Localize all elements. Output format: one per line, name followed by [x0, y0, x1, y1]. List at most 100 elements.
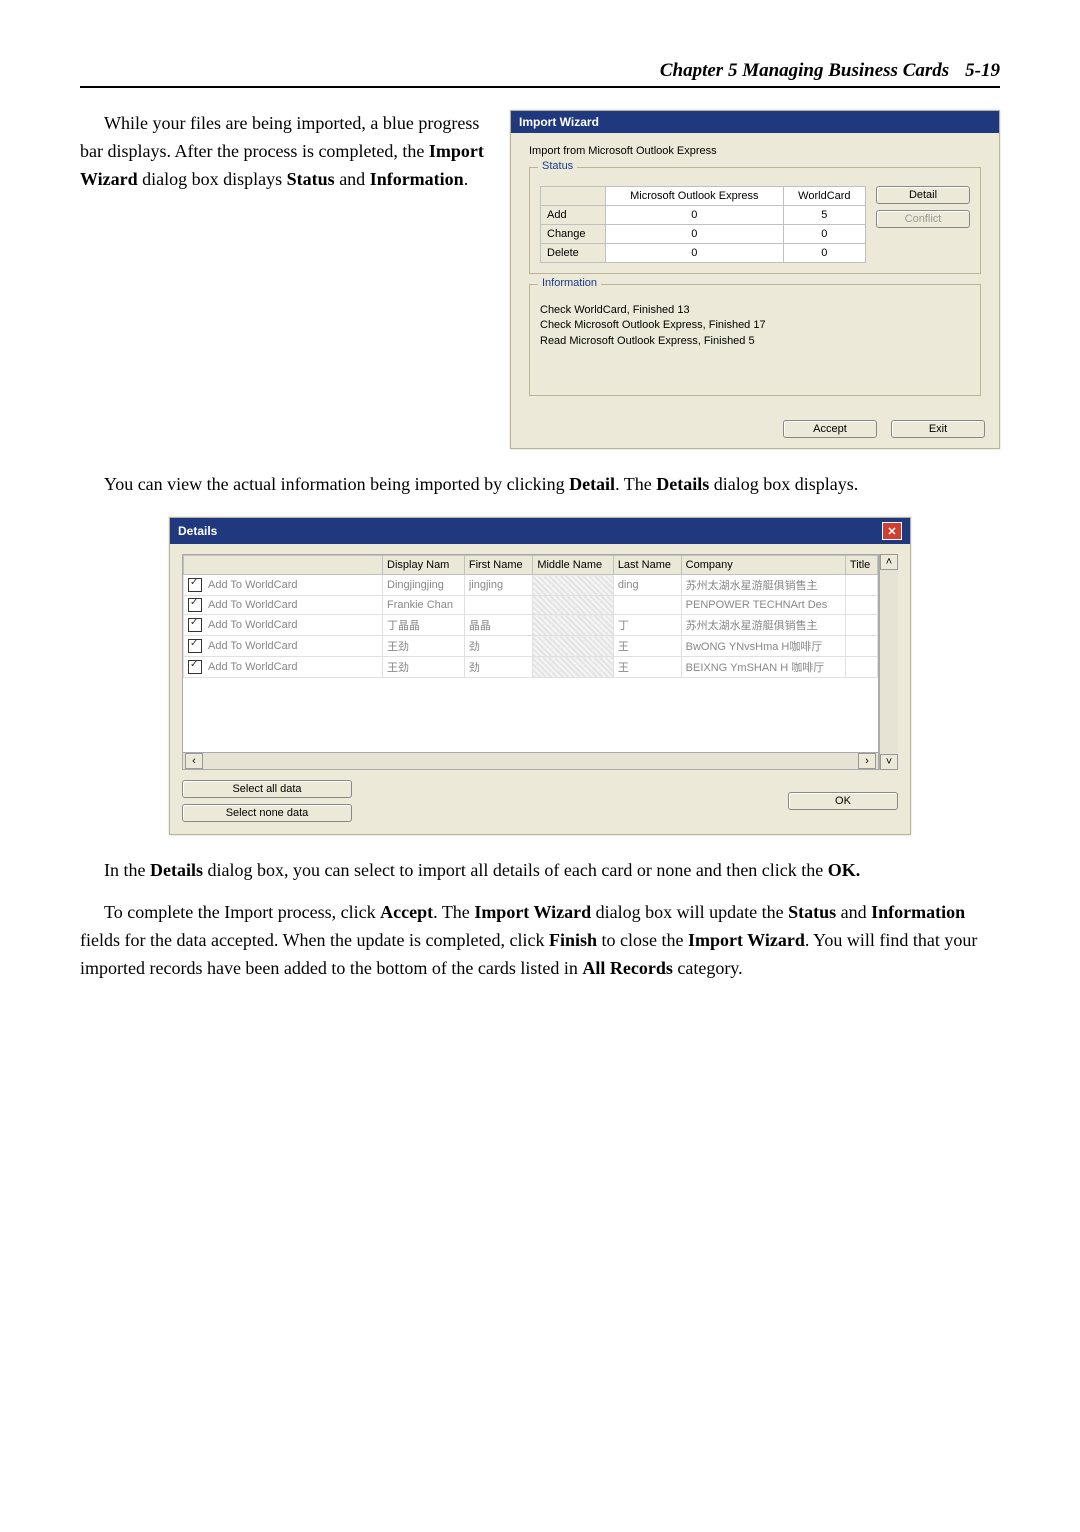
text: dialog box displays — [138, 169, 287, 189]
text-bold: Import Wizard — [474, 902, 591, 922]
text-bold: Information — [871, 902, 965, 922]
cell: 0 — [783, 225, 865, 244]
text: fields for the data accepted. When the u… — [80, 930, 549, 950]
cell: 0 — [783, 244, 865, 263]
checkbox-icon[interactable] — [188, 660, 202, 674]
cell: 劲 — [464, 657, 532, 678]
text: . The — [433, 902, 474, 922]
ok-button[interactable]: OK — [788, 792, 898, 810]
text-bold: Accept — [380, 902, 433, 922]
close-icon[interactable]: ✕ — [882, 522, 902, 540]
paragraph-2: You can view the actual information bein… — [80, 471, 1000, 499]
scroll-up-icon[interactable]: ˄ — [880, 554, 898, 570]
col-display: Display Nam — [383, 556, 465, 575]
paragraph-4: To complete the Import process, click Ac… — [80, 899, 1000, 983]
text-bold: Information — [370, 169, 464, 189]
table-row: Add To WorldCard Dingjingjing jingjing d… — [184, 575, 878, 596]
import-wizard-dialog: Import Wizard Import from Microsoft Outl… — [510, 110, 1000, 449]
cell — [613, 596, 681, 615]
cell: BwONG YNvsHma H咖啡厅 — [681, 636, 845, 657]
select-all-button[interactable]: Select all data — [182, 780, 352, 798]
text: dialog box, you can select to import all… — [203, 860, 828, 880]
paragraph-3: In the Details dialog box, you can selec… — [80, 857, 1000, 885]
row-label: Add — [541, 206, 606, 225]
text: To complete the Import process, click — [104, 902, 380, 922]
cell: Frankie Chan — [383, 596, 465, 615]
status-table: Microsoft Outlook Express WorldCard Add … — [540, 186, 866, 263]
exit-button[interactable]: Exit — [891, 420, 985, 438]
accept-button[interactable]: Accept — [783, 420, 877, 438]
detail-button[interactable]: Detail — [876, 186, 970, 204]
col-last: Last Name — [613, 556, 681, 575]
cell: ding — [613, 575, 681, 596]
text: and — [836, 902, 871, 922]
information-legend: Information — [538, 277, 601, 289]
col-worldcard: WorldCard — [783, 187, 865, 206]
cell: jingjing — [464, 575, 532, 596]
text-bold: Finish — [549, 930, 597, 950]
vertical-scrollbar[interactable]: ˄ ˅ — [879, 554, 898, 770]
text: and — [335, 169, 370, 189]
row-checkbox-cell[interactable]: Add To WorldCard — [184, 657, 383, 678]
text-bold: Status — [287, 169, 335, 189]
info-line: Read Microsoft Outlook Express, Finished… — [540, 334, 970, 349]
text-bold: Details — [150, 860, 203, 880]
select-none-button[interactable]: Select none data — [182, 804, 352, 822]
cell — [533, 575, 614, 596]
row-checkbox-cell[interactable]: Add To WorldCard — [184, 615, 383, 636]
cell — [533, 636, 614, 657]
text: dialog box will update the — [591, 902, 788, 922]
table-row: Delete 0 0 — [541, 244, 866, 263]
cell — [845, 615, 877, 636]
checkbox-icon[interactable] — [188, 578, 202, 592]
cell: 5 — [783, 206, 865, 225]
col-first: First Name — [464, 556, 532, 575]
cell: 王劲 — [383, 636, 465, 657]
dialog-subtitle: Import from Microsoft Outlook Express — [529, 145, 981, 157]
details-title-text: Details — [178, 524, 217, 538]
row-checkbox-cell[interactable]: Add To WorldCard — [184, 636, 383, 657]
row-checkbox-cell[interactable]: Add To WorldCard — [184, 575, 383, 596]
row-label: Delete — [541, 244, 606, 263]
table-row: Add To WorldCard 王劲 劲 王 BwONG YNvsHma H咖… — [184, 636, 878, 657]
scroll-down-icon[interactable]: ˅ — [880, 754, 898, 770]
cell: PENPOWER TECHNArt Des — [681, 596, 845, 615]
status-legend: Status — [538, 160, 577, 172]
scroll-left-icon[interactable]: ‹ — [185, 753, 203, 769]
row-label: Add To WorldCard — [208, 599, 297, 611]
text: dialog box displays. — [709, 474, 858, 494]
table-row: Add To WorldCard 丁晶晶 晶晶 丁 苏州太湖水星游艇俱销售主 — [184, 615, 878, 636]
table-row: Add To WorldCard Frankie Chan PENPOWER T… — [184, 596, 878, 615]
cell — [845, 596, 877, 615]
cell: 0 — [605, 244, 783, 263]
info-line: Check WorldCard, Finished 13 — [540, 303, 970, 318]
details-table: Display Nam First Name Middle Name Last … — [183, 555, 878, 752]
scroll-right-icon[interactable]: › — [858, 753, 876, 769]
horizontal-scrollbar[interactable]: ‹ › — [182, 753, 879, 770]
text-bold: Status — [788, 902, 836, 922]
table-row: Add 0 5 — [541, 206, 866, 225]
cell: 晶晶 — [464, 615, 532, 636]
cell — [533, 657, 614, 678]
col-company: Company — [681, 556, 845, 575]
page-header: Chapter 5 Managing Business Cards 5-19 — [80, 60, 1000, 88]
cell — [845, 575, 877, 596]
text-bold: OK. — [828, 860, 861, 880]
cell: 王劲 — [383, 657, 465, 678]
checkbox-icon[interactable] — [188, 618, 202, 632]
cell: 苏州太湖水星游艇俱销售主 — [681, 575, 845, 596]
cell — [533, 596, 614, 615]
text: While your files are being imported, a b… — [80, 113, 479, 161]
row-label: Add To WorldCard — [208, 579, 297, 591]
text: . — [464, 169, 469, 189]
cell — [845, 636, 877, 657]
cell: 0 — [605, 206, 783, 225]
row-checkbox-cell[interactable]: Add To WorldCard — [184, 596, 383, 615]
checkbox-icon[interactable] — [188, 598, 202, 612]
checkbox-icon[interactable] — [188, 639, 202, 653]
cell: Dingjingjing — [383, 575, 465, 596]
text-bold: Details — [656, 474, 709, 494]
table-row: Add To WorldCard 王劲 劲 王 BEIXNG YmSHAN H … — [184, 657, 878, 678]
col-blank — [541, 187, 606, 206]
cell — [533, 615, 614, 636]
